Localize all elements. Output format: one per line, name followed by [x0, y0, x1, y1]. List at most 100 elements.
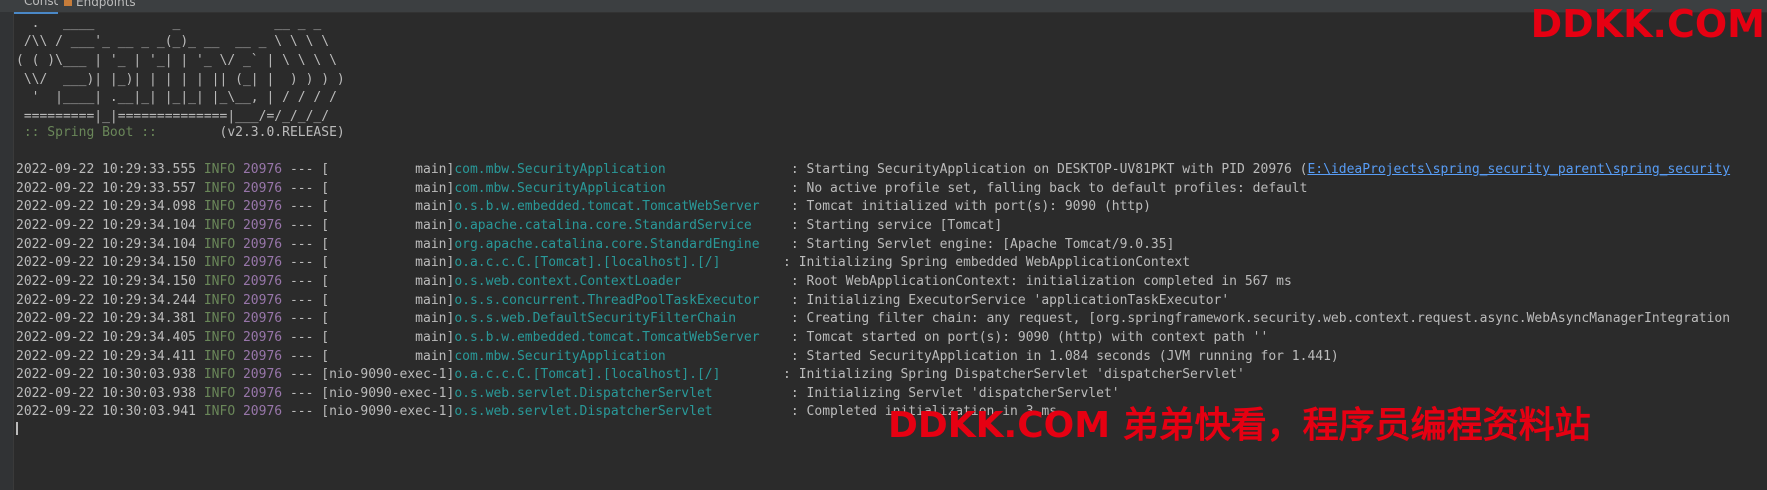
log-pid: 20976 [242, 329, 283, 345]
log-line: 2022-09-22 10:29:34.104 INFO 20976 --- [… [16, 236, 1174, 255]
log-separator: --- [ [282, 273, 330, 289]
log-thread: main] [329, 348, 455, 364]
log-logger: o.s.web.context.ContextLoader [454, 273, 784, 289]
log-line: 2022-09-22 10:29:34.098 INFO 20976 --- [… [16, 198, 1151, 217]
log-level: INFO [203, 273, 236, 289]
log-logger: o.apache.catalina.core.StandardService [454, 217, 784, 233]
log-line: 2022-09-22 10:29:34.150 INFO 20976 --- [… [16, 254, 1190, 273]
log-thread: main] [329, 180, 455, 196]
log-logger: com.mbw.SecurityApplication [454, 348, 784, 364]
log-thread: main] [329, 292, 455, 308]
log-pid: 20976 [242, 180, 283, 196]
text-caret [16, 422, 18, 435]
log-line: 2022-09-22 10:30:03.938 INFO 20976 --- [… [16, 366, 1245, 385]
tab-endpoints[interactable]: Endpoints [64, 0, 154, 12]
tab-endpoints-label: Endpoints [76, 0, 136, 9]
log-level: INFO [203, 311, 236, 327]
log-logger: o.s.s.concurrent.ThreadPoolTaskExecutor [454, 292, 784, 308]
log-level: INFO [203, 367, 236, 383]
log-thread: nio-9090-exec-1] [329, 367, 455, 383]
log-level: INFO [203, 199, 236, 215]
log-thread: nio-9090-exec-1] [329, 404, 455, 420]
log-message: : Started SecurityApplication in 1.084 s… [783, 348, 1339, 364]
log-level: INFO [203, 162, 236, 177]
log-logger: o.s.web.servlet.DispatcherServlet [454, 404, 784, 420]
banner-line: \\/ ___)| |_)| | | | | || (_| | ) ) ) ) [16, 72, 345, 87]
log-message: : Tomcat started on port(s): 9090 (http)… [783, 329, 1269, 345]
banner-line: . ____ _ __ _ _ [16, 16, 322, 31]
log-level: INFO [203, 180, 236, 196]
log-timestamp: 2022-09-22 10:29:34.150 [16, 255, 197, 271]
log-level: INFO [203, 255, 236, 271]
log-timestamp: 2022-09-22 10:29:34.150 [16, 273, 197, 289]
log-timestamp: 2022-09-22 10:30:03.938 [16, 385, 197, 401]
log-message: : Starting Servlet engine: [Apache Tomca… [783, 236, 1175, 252]
project-path-link[interactable]: E:\ideaProjects\spring_security_parent\s… [1307, 162, 1730, 177]
log-logger: o.a.c.c.C.[Tomcat].[localhost].[/] [454, 367, 776, 383]
log-logger: o.s.b.w.embedded.tomcat.TomcatWebServer [454, 199, 784, 215]
log-level: INFO [203, 329, 236, 345]
log-line: 2022-09-22 10:29:34.150 INFO 20976 --- [… [16, 273, 1292, 292]
log-timestamp: 2022-09-22 10:30:03.938 [16, 367, 197, 383]
log-level: INFO [203, 292, 236, 308]
log-message: : Starting SecurityApplication on DESKTO… [783, 162, 1308, 177]
watermark-bottom: DDKK.COM 弟弟快看，程序员编程资料站 [888, 405, 1591, 446]
log-pid: 20976 [242, 255, 283, 271]
log-separator: --- [ [282, 292, 330, 308]
log-logger: o.s.web.servlet.DispatcherServlet [454, 385, 784, 401]
log-timestamp: 2022-09-22 10:29:34.104 [16, 236, 197, 252]
banner-line: ( ( )\___ | '_ | '_| | '_ \/ _` | \ \ \ … [16, 53, 337, 68]
log-level: INFO [203, 217, 236, 233]
log-logger: o.a.c.c.C.[Tomcat].[localhost].[/] [454, 255, 776, 271]
log-timestamp: 2022-09-22 10:29:34.381 [16, 311, 197, 327]
log-line: 2022-09-22 10:29:33.555 INFO 20976 --- [… [16, 161, 1730, 180]
log-message: : Initializing Spring embedded WebApplic… [775, 255, 1191, 271]
log-timestamp: 2022-09-22 10:29:33.555 [16, 162, 197, 177]
log-pid: 20976 [242, 199, 283, 215]
log-line: 2022-09-22 10:29:33.557 INFO 20976 --- [… [16, 180, 1307, 199]
log-pid: 20976 [242, 236, 283, 252]
log-thread: main] [329, 217, 455, 233]
log-logger: o.s.b.w.embedded.tomcat.TomcatWebServer [454, 329, 784, 345]
log-message: : Initializing Spring DispatcherServlet … [775, 367, 1245, 383]
endpoints-icon [64, 0, 72, 6]
log-level: INFO [203, 404, 236, 420]
log-thread: main] [329, 329, 455, 345]
log-line: 2022-09-22 10:29:34.381 INFO 20976 --- [… [16, 310, 1730, 329]
watermark-top: DDKK.COM [1530, 2, 1765, 46]
log-separator: --- [ [282, 236, 330, 252]
log-separator: --- [ [282, 162, 330, 177]
log-thread: main] [329, 273, 455, 289]
log-logger: com.mbw.SecurityApplication [454, 180, 784, 196]
log-line: 2022-09-22 10:29:34.244 INFO 20976 --- [… [16, 292, 1229, 311]
log-pid: 20976 [242, 311, 283, 327]
log-separator: --- [ [282, 180, 330, 196]
log-separator: --- [ [282, 311, 330, 327]
log-separator: --- [ [282, 329, 330, 345]
log-thread: main] [329, 236, 455, 252]
log-timestamp: 2022-09-22 10:29:33.557 [16, 180, 197, 196]
log-message: : Root WebApplicationContext: initializa… [783, 273, 1292, 289]
log-logger: org.apache.catalina.core.StandardEngine [454, 236, 784, 252]
log-separator: --- [ [282, 217, 330, 233]
log-timestamp: 2022-09-22 10:29:34.405 [16, 329, 197, 345]
banner-line: ' |____| .__|_| |_|_| |_\__, | / / / / [16, 90, 337, 105]
log-logger: o.s.s.web.DefaultSecurityFilterChain [454, 311, 784, 327]
log-line: 2022-09-22 10:29:34.405 INFO 20976 --- [… [16, 329, 1268, 348]
log-timestamp: 2022-09-22 10:29:34.104 [16, 217, 197, 233]
log-level: INFO [203, 236, 236, 252]
log-timestamp: 2022-09-22 10:29:34.098 [16, 199, 197, 215]
log-timestamp: 2022-09-22 10:30:03.941 [16, 404, 197, 420]
spring-boot-version-line: :: Spring Boot :: (v2.3.0.RELEASE) [16, 124, 345, 143]
spring-boot-version: (v2.3.0.RELEASE) [164, 125, 345, 140]
log-line: 2022-09-22 10:29:34.104 INFO 20976 --- [… [16, 217, 1002, 236]
log-pid: 20976 [242, 292, 283, 308]
log-timestamp: 2022-09-22 10:29:34.411 [16, 348, 197, 364]
log-separator: --- [ [282, 255, 330, 271]
banner-line: /\\ / ___'_ __ _ _(_)_ __ __ _ \ \ \ \ [16, 34, 330, 49]
log-separator: --- [ [282, 348, 330, 364]
log-pid: 20976 [242, 404, 283, 420]
log-line: 2022-09-22 10:29:34.411 INFO 20976 --- [… [16, 348, 1339, 367]
log-message: : No active profile set, falling back to… [783, 180, 1308, 196]
log-message: : Creating filter chain: any request, [o… [783, 311, 1731, 327]
